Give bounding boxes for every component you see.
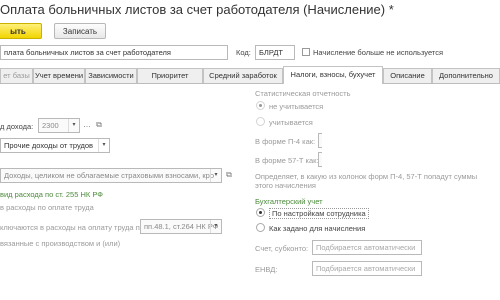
as-set-label: Как задано для начисления: [269, 224, 366, 233]
tab-dependencies[interactable]: Зависимости: [85, 68, 137, 83]
related-label: вязанные с производством и (или): [0, 239, 121, 248]
account-label: Счет, субконто:: [255, 244, 309, 253]
income-code-label: д дохода:: [0, 122, 34, 131]
income-kind-field[interactable]: Прочие доходы от трудов ▾: [0, 138, 110, 153]
post-and-close-button[interactable]: ыть: [0, 23, 42, 39]
open-icon[interactable]: ⧉: [224, 168, 234, 181]
insurance-value: Доходы, целиком не облагаемые страховыми…: [4, 171, 214, 180]
page-title: Оплата больничных листов за счет работод…: [0, 2, 394, 17]
chevron-down-icon[interactable]: ▾: [68, 119, 79, 132]
tab-time-accounting[interactable]: Учет времени: [33, 68, 85, 83]
name-value: плата больничных листов за счет работода…: [4, 48, 171, 57]
chevron-down-icon[interactable]: ▾: [210, 169, 221, 182]
radio-not-counted[interactable]: [256, 101, 265, 110]
income-code-value: 2300: [42, 121, 59, 130]
radio-counted[interactable]: [256, 117, 265, 126]
tab-average-earnings[interactable]: Средний заработок: [203, 68, 283, 83]
more-dots-icon[interactable]: …: [82, 118, 92, 131]
article-value: пп.48.1, ст.264 НК РФ: [144, 222, 219, 231]
not-counted-label: не учитывается: [269, 102, 324, 111]
tab-priority[interactable]: Приоритет: [137, 68, 203, 83]
p4-label: В форме П-4 как:: [255, 137, 316, 146]
radio-by-employee[interactable]: [256, 208, 265, 217]
counted-label: учитывается: [269, 118, 313, 127]
tab-description[interactable]: Описание: [383, 68, 432, 83]
save-button[interactable]: Записать: [54, 23, 106, 39]
insurance-field[interactable]: Доходы, целиком не облагаемые страховыми…: [0, 168, 222, 183]
envd-placeholder: Подбирается автоматически: [316, 264, 416, 273]
open-icon[interactable]: ⧉: [94, 118, 104, 131]
unused-checkbox[interactable]: [302, 48, 310, 56]
account-placeholder: Подбирается автоматически: [316, 243, 416, 252]
income-code-field[interactable]: 2300 ▾: [38, 118, 80, 133]
hint-text: Определяет, в какую из колонок форм П-4,…: [255, 172, 478, 190]
envd-field[interactable]: Подбирается автоматически: [312, 261, 422, 276]
article-field[interactable]: пп.48.1, ст.264 НК РФ ▾: [140, 219, 222, 234]
chevron-down-icon[interactable]: ▾: [98, 139, 109, 152]
stat-title: Статистическая отчетность: [255, 89, 351, 98]
t57-field[interactable]: [318, 152, 322, 167]
income-kind-value: Прочие доходы от трудов: [4, 141, 93, 150]
t57-label: В форме 57-Т как:: [255, 156, 319, 165]
name-field[interactable]: плата больничных листов за счет работода…: [0, 45, 228, 60]
tab-taxes[interactable]: Налоги, взносы, бухучет: [283, 66, 383, 84]
envd-label: ЕНВД:: [255, 265, 278, 274]
acc-title: Бухгалтерский учет: [255, 197, 323, 206]
tab-bar: ет базы Учет времени Зависимости Приорит…: [0, 66, 500, 84]
tab-base[interactable]: ет базы: [0, 68, 33, 83]
radio-as-set[interactable]: [256, 223, 265, 232]
chevron-down-icon[interactable]: ▾: [210, 220, 221, 233]
unused-label: Начисление больше не используется: [313, 48, 444, 57]
by-employee-label: По настройкам сотрудника: [269, 208, 369, 219]
expense-title: вид расхода по ст. 255 НК РФ: [0, 190, 103, 199]
tab-additional[interactable]: Дополнительно: [432, 68, 500, 83]
code-field[interactable]: БЛРДТ: [255, 45, 295, 60]
code-value: БЛРДТ: [259, 48, 284, 57]
p4-field[interactable]: [318, 133, 322, 148]
code-label: Код:: [236, 48, 251, 57]
expense-sub: в расходы по оплате труда: [0, 203, 94, 212]
account-field[interactable]: Подбирается автоматически: [312, 240, 422, 255]
